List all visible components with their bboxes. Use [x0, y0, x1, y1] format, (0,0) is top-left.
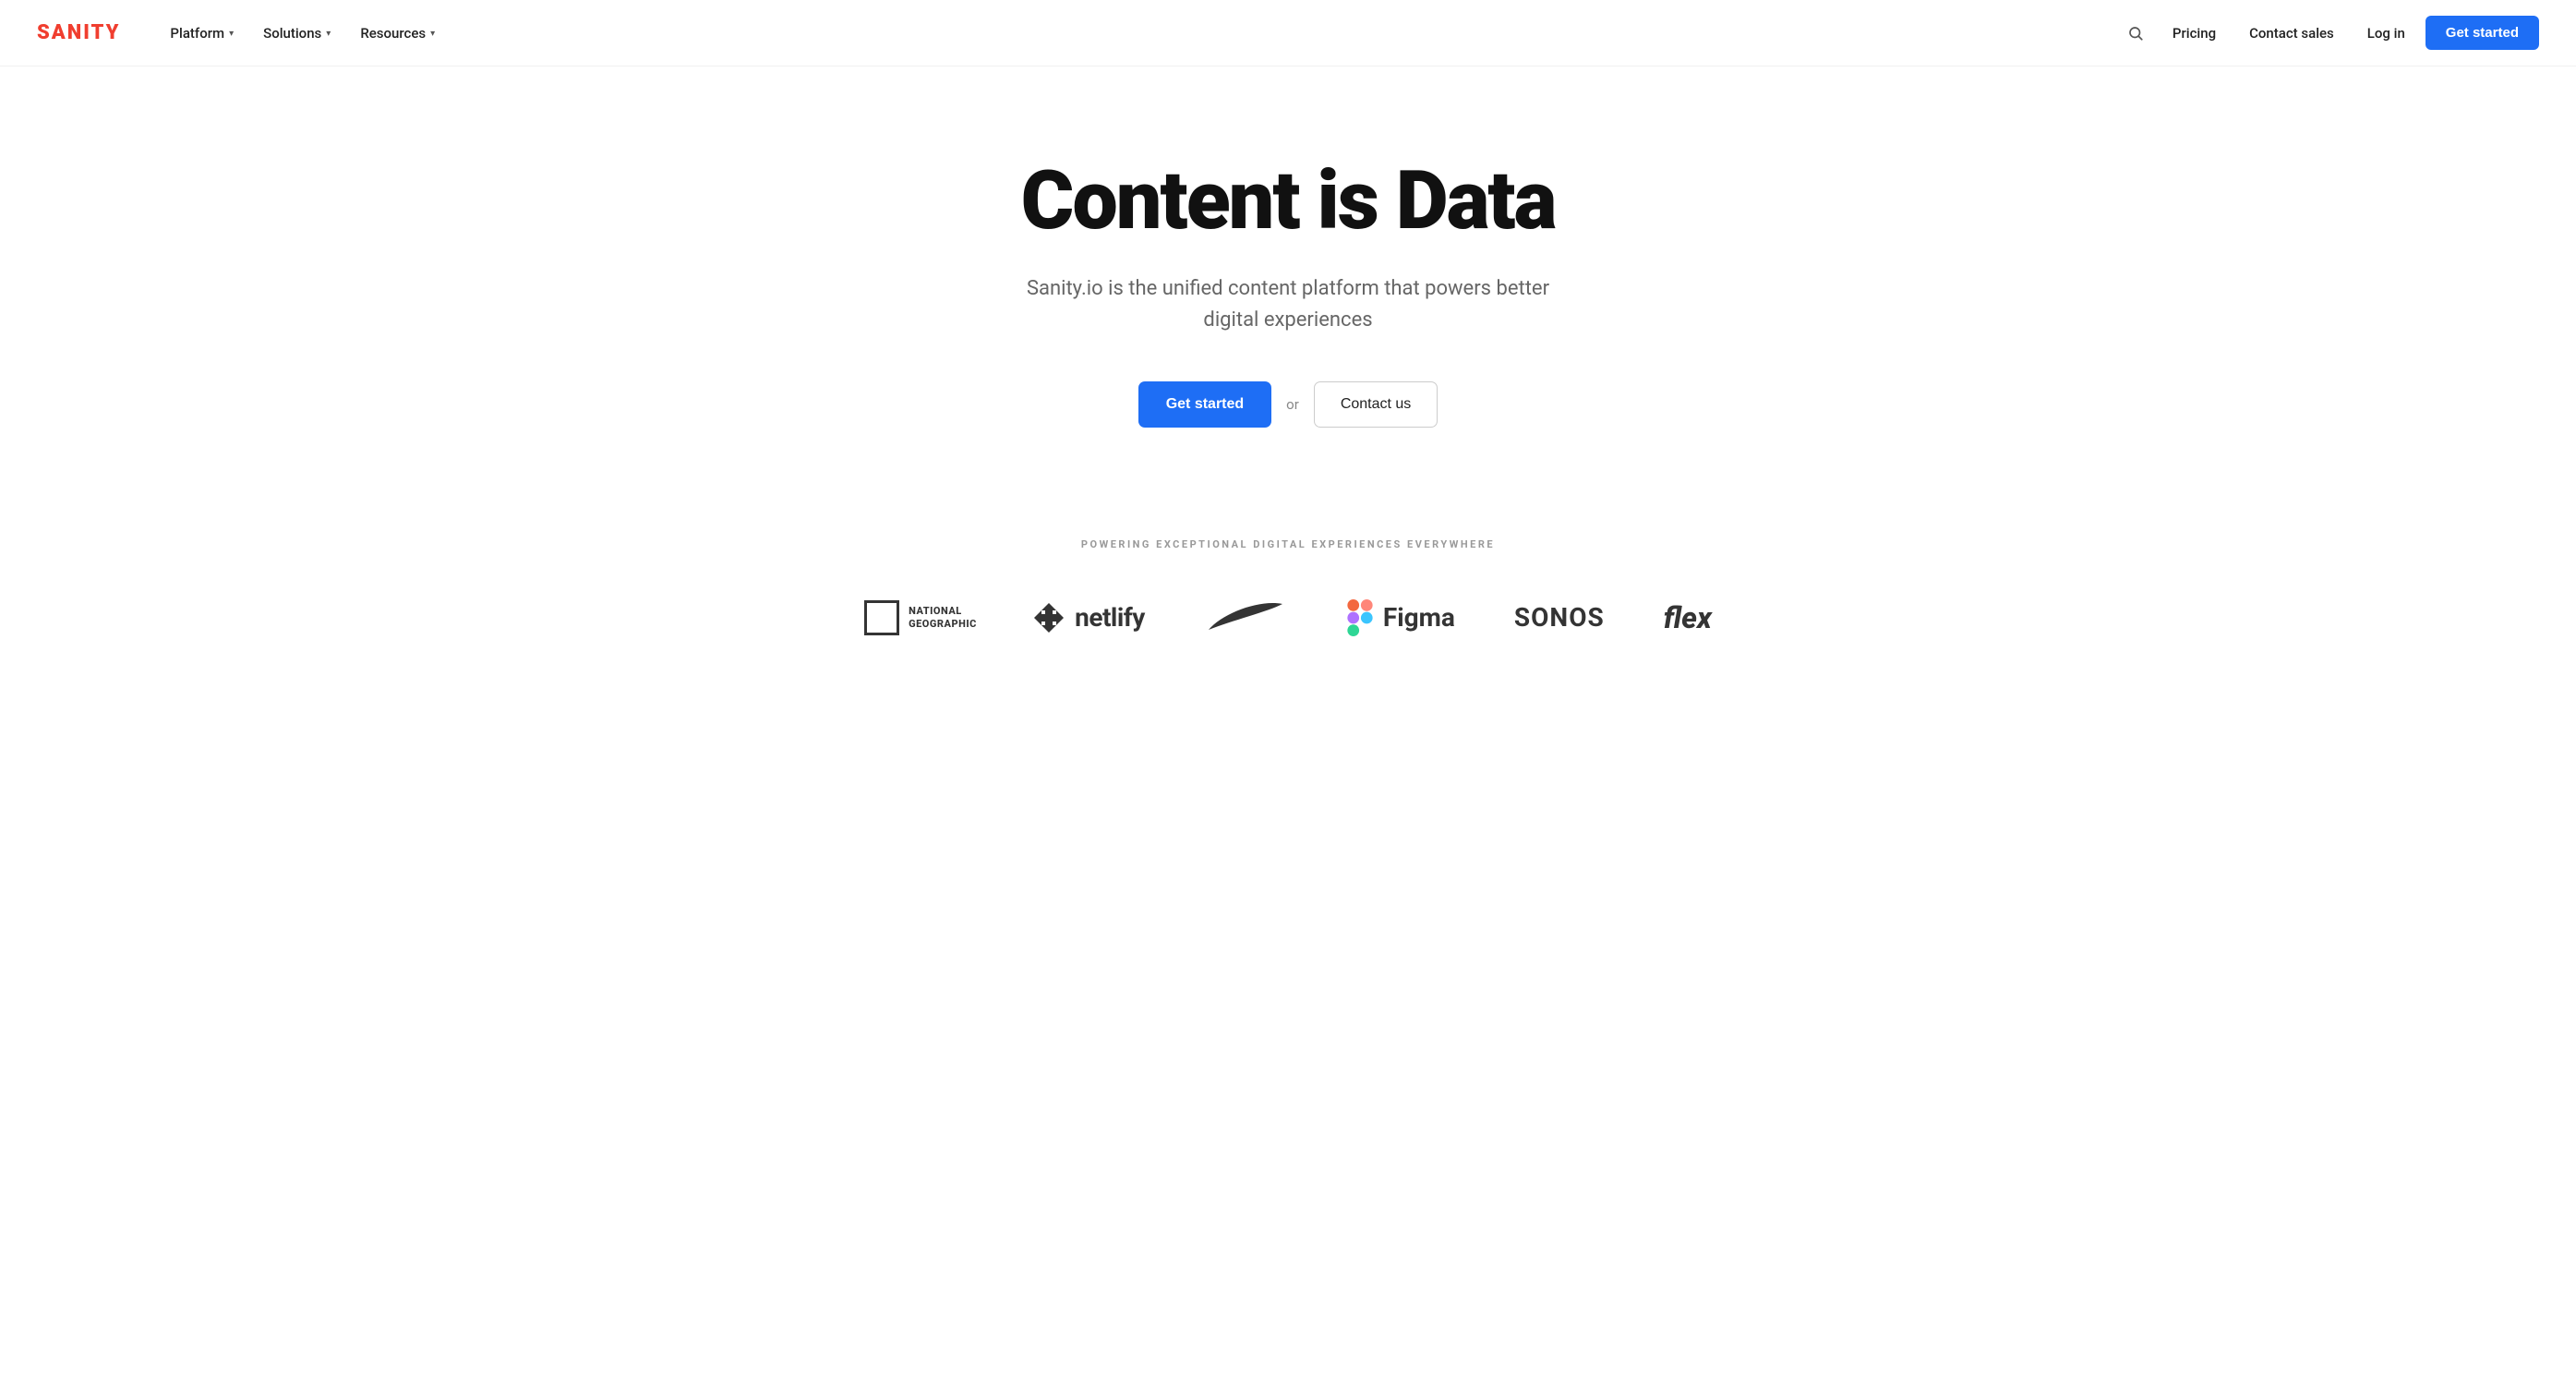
logo-figma: Figma — [1346, 599, 1455, 636]
figma-icon — [1346, 599, 1374, 636]
logos-section: POWERING EXCEPTIONAL DIGITAL EXPERIENCES… — [0, 501, 2576, 696]
hero-buttons: Get started or Contact us — [1138, 381, 1438, 428]
nav-item-solutions[interactable]: Solutions ▾ — [250, 18, 343, 49]
brand-logo[interactable]: SANITY — [37, 21, 120, 44]
nav-item-resources[interactable]: Resources ▾ — [347, 18, 448, 49]
logo-national-geographic: NATIONALGEOGRAPHIC — [864, 600, 973, 635]
logo-nike — [1204, 595, 1287, 641]
contact-us-button[interactable]: Contact us — [1314, 381, 1438, 428]
logo-flex: flex — [1664, 600, 1712, 635]
netlify-text: netlify — [1075, 602, 1145, 633]
nav-link-login[interactable]: Log in — [2354, 18, 2418, 49]
nike-swoosh-icon — [1204, 595, 1287, 641]
nav-link-contact-sales[interactable]: Contact sales — [2236, 18, 2347, 49]
chevron-down-icon: ▾ — [229, 29, 234, 39]
natgeo-text: NATIONALGEOGRAPHIC — [909, 605, 973, 629]
get-started-nav-button[interactable]: Get started — [2426, 16, 2539, 50]
logo-sonos: SONOS — [1514, 602, 1605, 633]
search-icon — [2127, 25, 2144, 42]
nav-label-platform: Platform — [170, 25, 224, 42]
nav-item-platform[interactable]: Platform ▾ — [157, 18, 247, 49]
hero-subtitle: Sanity.io is the unified content platfor… — [1020, 273, 1556, 336]
logo-netlify: netlify — [1032, 601, 1145, 634]
nav-right-items: Pricing Contact sales Log in Get started — [2119, 16, 2539, 50]
hero-title: Content is Data — [1021, 159, 1556, 244]
nav-link-pricing[interactable]: Pricing — [2160, 18, 2229, 49]
nav-label-resources: Resources — [360, 25, 426, 42]
logos-tagline: POWERING EXCEPTIONAL DIGITAL EXPERIENCES… — [1081, 538, 1495, 550]
get-started-hero-button[interactable]: Get started — [1138, 381, 1271, 428]
chevron-down-icon: ▾ — [430, 29, 435, 39]
nav-left-items: Platform ▾ Solutions ▾ Resources ▾ — [157, 18, 2118, 49]
natgeo-border-icon — [864, 600, 899, 635]
figma-text: Figma — [1383, 602, 1455, 633]
or-separator: or — [1286, 396, 1299, 413]
netlify-icon — [1032, 601, 1065, 634]
chevron-down-icon: ▾ — [326, 29, 331, 39]
navbar: SANITY Platform ▾ Solutions ▾ Resources … — [0, 0, 2576, 66]
nav-label-solutions: Solutions — [263, 25, 321, 42]
sonos-text: SONOS — [1514, 602, 1605, 633]
hero-section: Content is Data Sanity.io is the unified… — [0, 66, 2576, 501]
flex-text: flex — [1664, 600, 1712, 635]
logos-row: NATIONALGEOGRAPHIC netlify — [864, 595, 1712, 641]
search-button[interactable] — [2119, 17, 2152, 50]
